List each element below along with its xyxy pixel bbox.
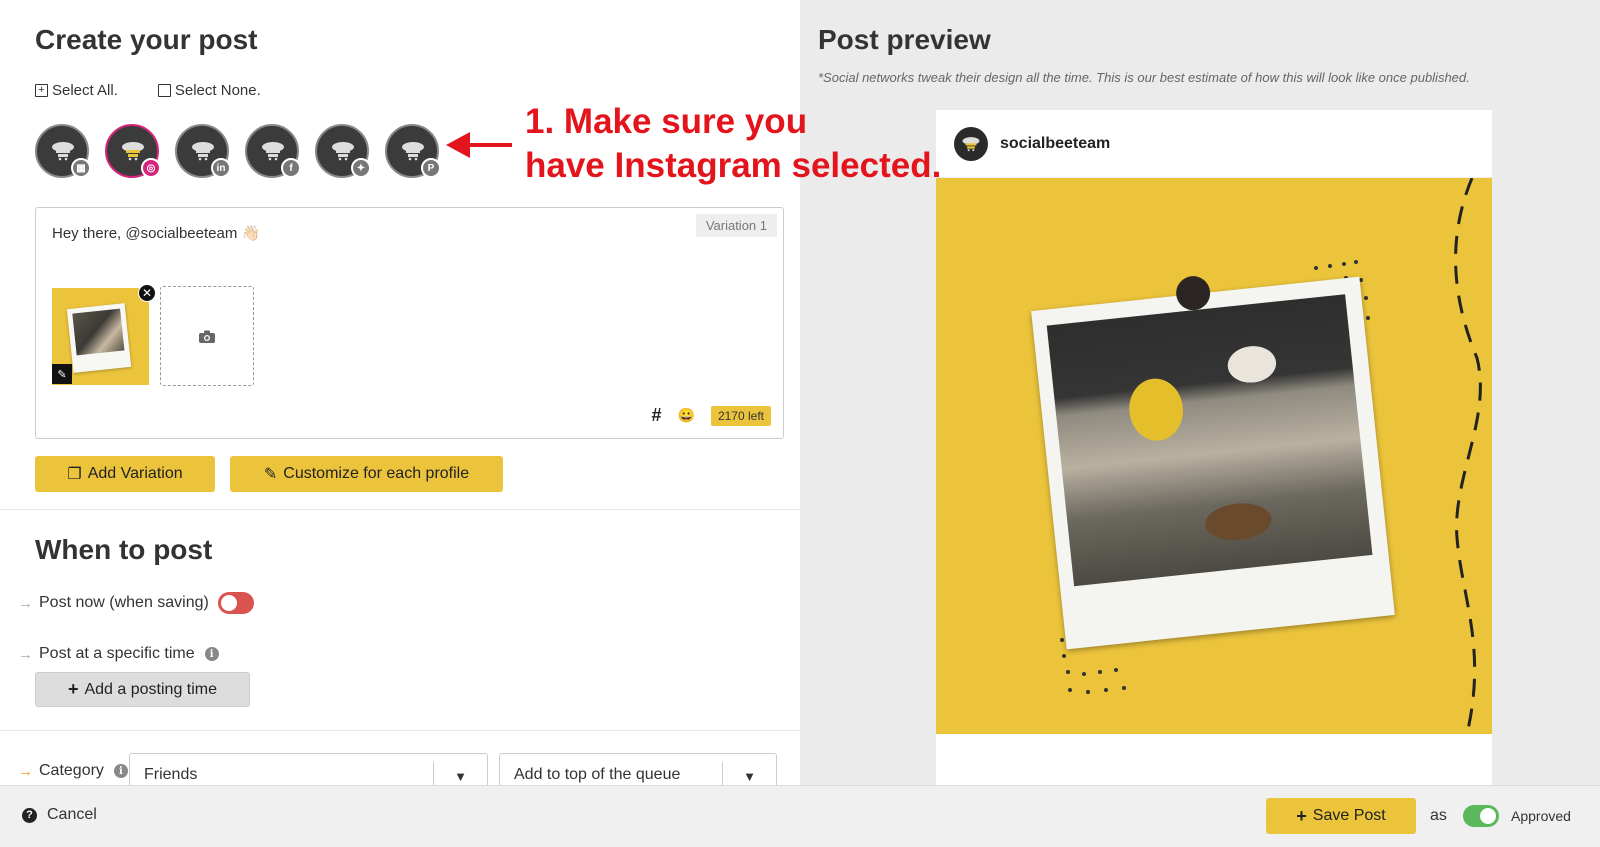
category-value: Friends <box>144 766 198 783</box>
category-label: Category <box>39 762 104 779</box>
add-posting-time-label: Add a posting time <box>84 680 218 698</box>
post-editor[interactable]: Variation 1 Hey there, @socialbeeteam 👋🏻… <box>35 207 784 439</box>
when-to-post-title: When to post <box>35 534 213 565</box>
profile-list: ▦ ◎ in f ✦ P <box>35 124 441 178</box>
divider <box>0 509 800 510</box>
socialbee-logo-icon <box>192 142 214 161</box>
create-post-title: Create your post <box>35 24 258 55</box>
post-preview-title: Post preview <box>818 24 991 55</box>
add-posting-time-button[interactable]: + Add a posting time <box>35 672 250 707</box>
plus-icon: + <box>67 679 79 699</box>
profile-twitter[interactable]: ✦ <box>315 124 371 178</box>
plus-square-icon: + <box>35 84 48 97</box>
chevron-down-icon: ▼ <box>433 762 487 785</box>
queue-position-value: Add to top of the queue <box>514 766 681 783</box>
instagram-preview-card: socialbeeteam <box>936 110 1492 785</box>
avatar <box>954 126 988 161</box>
preview-image <box>936 178 1492 734</box>
callout-line-2: have Instagram selected. <box>525 146 942 185</box>
as-label: as <box>1430 807 1447 824</box>
polaroid-frame <box>1031 274 1395 650</box>
select-all-label: Select All. <box>52 82 118 99</box>
preview-photo <box>1046 294 1373 587</box>
post-specific-row: → Post at a specific time i <box>18 645 219 663</box>
camera-icon <box>199 330 215 343</box>
post-specific-label: Post at a specific time <box>39 645 195 662</box>
thumbnail-polaroid <box>66 303 132 373</box>
copy-icon: ❐ <box>67 466 82 483</box>
select-none-label: Select None. <box>174 82 261 99</box>
facebook-icon: f <box>281 158 301 178</box>
pencil-icon: ✎ <box>263 466 278 483</box>
post-text[interactable]: Hey there, @socialbeeteam 👋🏻 <box>52 224 260 242</box>
emoji-icon[interactable]: 😀 <box>678 407 695 424</box>
category-select[interactable]: Friends ▼ <box>129 753 488 785</box>
plus-icon: + <box>1296 805 1307 826</box>
select-links: + Select All. Select None. <box>35 82 261 99</box>
post-now-toggle[interactable] <box>217 592 254 614</box>
category-row: → Category i <box>18 762 128 780</box>
add-media-button[interactable] <box>160 286 254 386</box>
callout-line-1: 1. Make sure you <box>525 102 808 141</box>
arrow-right-icon: → <box>18 594 33 612</box>
socialbee-logo-icon <box>332 142 354 161</box>
socialbee-logo-icon <box>962 136 980 151</box>
socialbee-logo-icon <box>402 142 424 161</box>
customize-label: Customize for each profile <box>283 465 470 482</box>
add-variation-label: Add Variation <box>87 465 183 482</box>
post-now-label: Post now (when saving) <box>39 594 209 611</box>
customize-button[interactable]: ✎ Customize for each profile <box>230 456 503 492</box>
edit-media-icon[interactable]: ✎ <box>52 364 72 384</box>
question-circle-icon: ? <box>22 807 37 823</box>
footer-bar: ? Cancel + Save Post as Approved <box>0 785 1600 847</box>
socialbee-logo-icon <box>122 142 144 161</box>
queue-position-select[interactable]: Add to top of the queue ▼ <box>499 753 777 785</box>
annotation-arrow-icon <box>446 132 512 158</box>
socialbee-logo-icon <box>262 142 284 161</box>
remove-media-icon[interactable]: ✕ <box>138 284 156 302</box>
profile-google-business[interactable]: ▦ <box>35 124 91 178</box>
editor-toolbar: # 😀 2170 left <box>652 405 771 426</box>
thumbnail-photo <box>72 308 125 356</box>
approved-toggle[interactable] <box>1463 805 1499 827</box>
preview-disclaimer: *Social networks tweak their design all … <box>818 70 1470 85</box>
toggle-knob <box>1480 808 1496 824</box>
socialbee-logo-icon <box>52 142 74 161</box>
info-icon[interactable]: i <box>113 764 128 778</box>
cancel-button[interactable]: ? Cancel <box>22 806 97 824</box>
cancel-label: Cancel <box>47 806 97 823</box>
profile-linkedin[interactable]: in <box>175 124 231 178</box>
profile-pinterest[interactable]: P <box>385 124 441 178</box>
profile-instagram[interactable]: ◎ <box>105 124 161 178</box>
arrow-right-icon: → <box>18 645 33 663</box>
select-all-link[interactable]: + Select All. <box>35 82 118 99</box>
divider <box>0 730 800 731</box>
instagram-preview-header: socialbeeteam <box>936 110 1492 178</box>
twitter-icon: ✦ <box>351 158 371 178</box>
character-counter: 2170 left <box>710 405 771 426</box>
post-now-row: → Post now (when saving) <box>18 592 254 614</box>
pinterest-icon: P <box>421 158 441 178</box>
add-variation-button[interactable]: ❐ Add Variation <box>35 456 215 492</box>
store-icon: ▦ <box>71 158 91 178</box>
pin-decoration <box>1174 274 1212 312</box>
save-post-label: Save Post <box>1312 807 1386 824</box>
select-none-link[interactable]: Select None. <box>157 82 261 99</box>
chevron-down-icon: ▼ <box>722 762 776 785</box>
variation-tab[interactable]: Variation 1 <box>695 214 777 237</box>
empty-square-icon <box>157 84 171 97</box>
profile-facebook[interactable]: f <box>245 124 301 178</box>
arrow-right-icon: → <box>18 762 33 780</box>
dashed-curve-decoration <box>1454 178 1482 734</box>
preview-username: socialbeeteam <box>1000 134 1111 152</box>
instagram-callout: 1. Make sure you have Instagram selected… <box>525 100 941 188</box>
linkedin-icon: in <box>211 158 231 178</box>
instagram-icon: ◎ <box>141 158 161 178</box>
save-post-button[interactable]: + Save Post <box>1266 798 1416 834</box>
status-label: Approved <box>1511 808 1571 824</box>
hashtag-icon[interactable]: # <box>652 405 662 426</box>
info-icon[interactable]: i <box>204 647 219 661</box>
